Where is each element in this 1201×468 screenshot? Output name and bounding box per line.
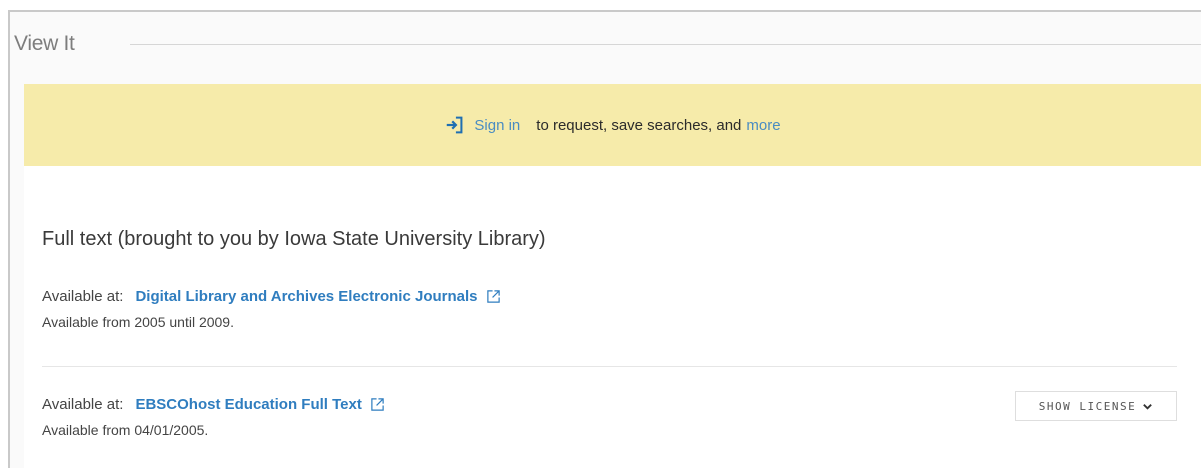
full-text-section: Full text (brought to you by Iowa State … <box>24 166 1201 468</box>
chevron-down-icon <box>1143 403 1153 410</box>
section-header: View It <box>10 12 1201 84</box>
external-link-icon <box>486 290 500 303</box>
available-at-label: Available at: <box>42 288 124 305</box>
sign-in-icon <box>447 116 463 134</box>
section-title: View It <box>14 32 75 55</box>
coverage-statement: Available from 2005 until 2009. <box>42 314 234 330</box>
service-item: Available at: EBSCOhost Education Full T… <box>42 396 1177 438</box>
show-license-label: SHOW LICENSE <box>1038 399 1137 413</box>
provider-link-ebscohost[interactable]: EBSCOhost Education Full Text <box>135 396 384 413</box>
provider-link-digital-library[interactable]: Digital Library and Archives Electronic … <box>135 288 500 305</box>
view-it-panel: View It Sign in to request, save searche… <box>8 10 1201 468</box>
full-text-title: Full text (brought to you by Iowa State … <box>42 228 546 250</box>
header-divider <box>130 44 1201 45</box>
signin-banner: Sign in to request, save searches, and m… <box>24 84 1201 166</box>
sign-in-label: Sign in <box>474 116 521 134</box>
sign-in-link[interactable]: Sign in <box>444 114 520 136</box>
service-divider <box>42 366 1177 367</box>
show-license-button[interactable]: SHOW LICENSE <box>1015 391 1177 421</box>
provider-name: EBSCOhost Education Full Text <box>135 396 362 413</box>
signin-message: to request, save searches, and <box>536 116 742 134</box>
more-link[interactable]: more <box>746 117 780 134</box>
available-at-label: Available at: <box>42 396 124 413</box>
service-item: Available at: Digital Library and Archiv… <box>42 288 1177 330</box>
external-link-icon <box>371 398 384 411</box>
coverage-statement: Available from 04/01/2005. <box>42 422 209 438</box>
provider-name: Digital Library and Archives Electronic … <box>135 288 478 305</box>
